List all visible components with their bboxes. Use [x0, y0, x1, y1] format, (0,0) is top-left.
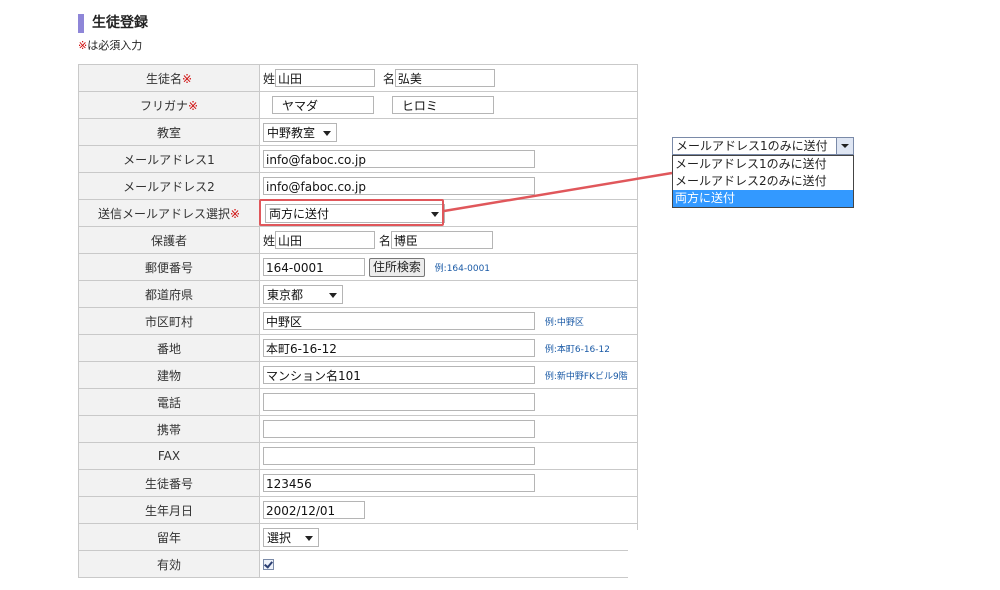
dropdown-options-list: メールアドレス1のみに送付 メールアドレス2のみに送付 両方に送付 — [672, 155, 854, 208]
chevron-down-icon — [841, 144, 849, 148]
dropdown-selected-value: メールアドレス1のみに送付 — [676, 139, 828, 153]
dropdown-option-selected[interactable]: 両方に送付 — [673, 190, 853, 207]
dropdown-option[interactable]: メールアドレス1のみに送付 — [673, 156, 853, 173]
callout-connector — [443, 171, 673, 213]
callout-line — [443, 171, 673, 213]
dropdown-select-box[interactable]: メールアドレス1のみに送付 — [672, 137, 854, 155]
dropdown-option[interactable]: メールアドレス2のみに送付 — [673, 173, 853, 190]
send-email-dropdown-popup: メールアドレス1のみに送付 メールアドレス1のみに送付 メールアドレス2のみに送… — [672, 137, 854, 208]
dropdown-toggle[interactable] — [836, 138, 853, 154]
